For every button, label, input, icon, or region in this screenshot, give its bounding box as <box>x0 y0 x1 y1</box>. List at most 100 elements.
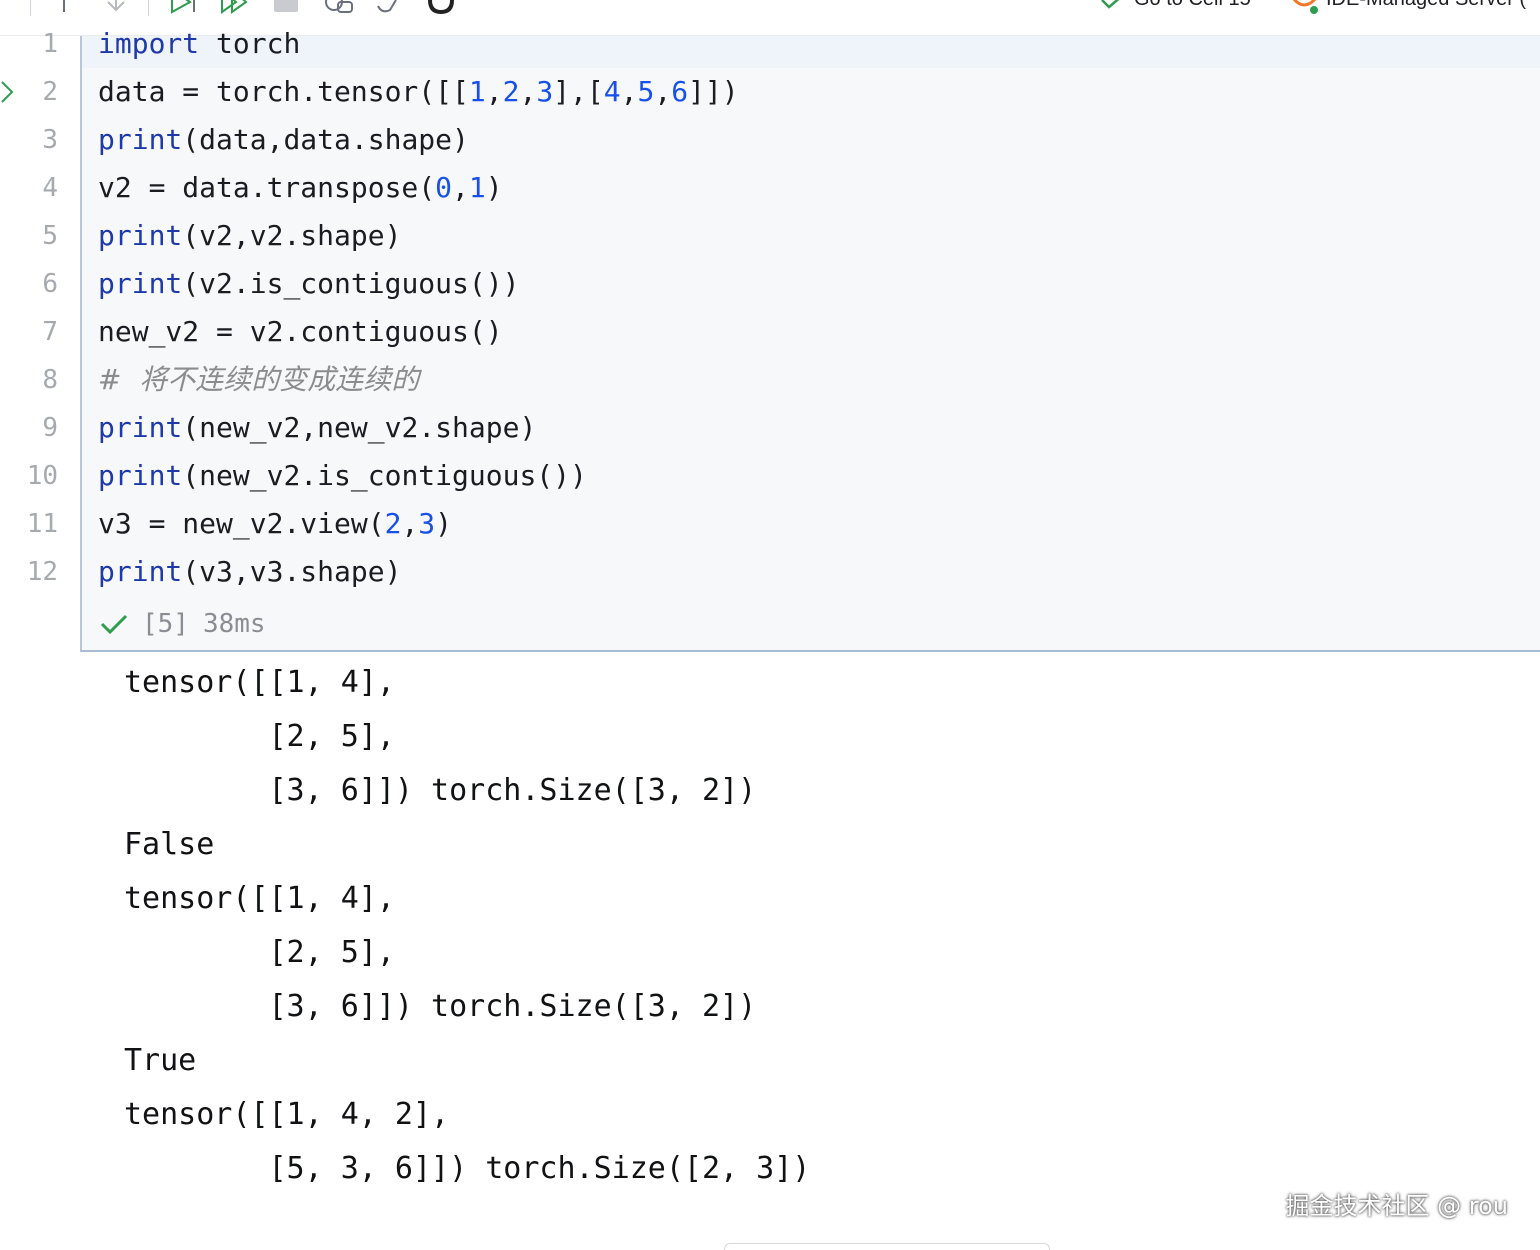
code-text: ]]) <box>688 75 739 108</box>
code-line[interactable]: print(v2,v2.shape) <box>98 212 401 260</box>
stop-button[interactable] <box>272 0 300 14</box>
execution-status: [5] 38ms <box>100 600 266 648</box>
code-keyword: print <box>98 267 183 300</box>
settings-button[interactable] <box>374 0 400 14</box>
output-line: [3, 6]]) torch.Size([3, 2]) <box>124 989 757 1024</box>
toolbar-separator <box>148 0 149 16</box>
output-line: [3, 6]]) torch.Size([3, 2]) <box>124 773 757 808</box>
line-number: 3 <box>42 125 58 155</box>
code-line[interactable]: v2 = data.transpose(0,1) <box>98 164 503 212</box>
line-number: 2 <box>42 77 58 107</box>
code-text: , <box>401 507 419 540</box>
line-number: 6 <box>42 269 58 299</box>
move-up-button[interactable] <box>52 0 76 14</box>
code-comment: # 将不连续的变成连续的 <box>98 363 420 396</box>
output-line: [2, 5], <box>124 719 395 754</box>
code-line[interactable]: print(v3,v3.shape) <box>98 548 401 596</box>
code-keyword: print <box>98 219 183 252</box>
output-line: [5, 3, 6]]) torch.Size([2, 3]) <box>124 1151 811 1186</box>
run-all-icon <box>221 0 248 14</box>
move-down-icon <box>107 0 125 12</box>
current-line-highlight <box>82 36 1540 68</box>
github-icon <box>428 0 454 14</box>
code-line[interactable]: v3 = new_v2.view(2,3) <box>98 500 452 548</box>
line-number: 11 <box>26 509 58 539</box>
code-number: 2 <box>384 507 402 540</box>
output-line: [2, 5], <box>124 935 395 970</box>
line-number: 10 <box>26 461 58 491</box>
code-line[interactable]: print(new_v2.is_contiguous()) <box>98 452 587 500</box>
execution-count: [5] <box>142 609 189 639</box>
code-keyword: print <box>98 555 183 588</box>
code-number: 1 <box>468 171 486 204</box>
check-icon <box>1101 0 1120 9</box>
jupyter-icon <box>1292 0 1318 14</box>
output-line: True <box>124 1043 197 1078</box>
code-text: (v3,v3.shape) <box>182 555 402 588</box>
code-keyword: print <box>98 411 183 444</box>
code-text: , <box>485 75 503 108</box>
code-keyword: print <box>98 123 183 156</box>
github-button[interactable] <box>426 0 456 14</box>
clear-outputs-icon <box>325 0 353 13</box>
code-text: , <box>654 75 672 108</box>
code-number: 1 <box>468 75 486 108</box>
code-line[interactable]: print(data,data.shape) <box>98 116 469 164</box>
go-to-cell-link[interactable]: Go to Cell 15 <box>1134 0 1251 11</box>
code-text: (new_v2,new_v2.shape) <box>182 411 537 444</box>
code-number: 3 <box>418 507 436 540</box>
line-number: 7 <box>42 317 58 347</box>
output-line: tensor([[1, 4, 2], <box>124 1097 450 1132</box>
code-number: 3 <box>536 75 554 108</box>
code-text: v3 = new_v2.view( <box>98 507 385 540</box>
code-text: , <box>452 171 469 204</box>
stop-icon <box>274 0 298 12</box>
line-number: 4 <box>42 173 58 203</box>
line-number: 9 <box>42 413 58 443</box>
code-line[interactable]: import torch <box>98 20 300 68</box>
move-down-button[interactable] <box>104 0 128 14</box>
code-text: ) <box>435 507 453 540</box>
code-text: , <box>519 75 537 108</box>
output-line: tensor([[1, 4], <box>124 665 395 700</box>
code-number: 4 <box>603 75 621 108</box>
run-cell-select-below-button[interactable] <box>168 0 202 14</box>
run-all-button[interactable] <box>220 0 250 14</box>
success-check-icon <box>100 614 128 635</box>
output-line: False <box>124 827 215 862</box>
code-line[interactable]: data = torch.tensor([[1,2,3],[4,5,6]]) <box>98 68 739 116</box>
code-text: ) <box>485 171 503 204</box>
code-line[interactable]: print(new_v2,new_v2.shape) <box>98 404 536 452</box>
code-text: (data,data.shape) <box>182 123 469 156</box>
execution-time: 38ms <box>202 609 266 639</box>
bottom-scroll-bar[interactable] <box>724 1243 1050 1250</box>
code-keyword: print <box>98 459 183 492</box>
code-text: torch <box>199 27 301 60</box>
settings-icon <box>377 0 397 13</box>
line-number: 1 <box>42 29 58 59</box>
code-line[interactable]: new_v2 = v2.contiguous() <box>98 308 503 356</box>
toolbar-separator <box>30 0 31 16</box>
line-number: 5 <box>42 221 58 251</box>
code-text: (v2.is_contiguous()) <box>182 267 520 300</box>
move-up-icon <box>63 0 65 12</box>
code-text: (v2,v2.shape) <box>182 219 402 252</box>
code-text: , <box>620 75 638 108</box>
code-text: new_v2 = v2.contiguous() <box>98 315 503 348</box>
watermark: 掘金技术社区 @ rou <box>1285 1192 1509 1220</box>
clear-outputs-button[interactable] <box>324 0 356 14</box>
code-number: 0 <box>435 171 453 204</box>
code-text: ],[ <box>553 75 604 108</box>
code-keyword: import <box>98 27 200 60</box>
code-number: 2 <box>502 75 520 108</box>
run-cell-select-below-icon <box>171 0 195 14</box>
line-number: 12 <box>26 557 58 587</box>
output-line: tensor([[1, 4], <box>124 881 395 916</box>
code-number: 6 <box>671 75 689 108</box>
code-line[interactable]: # 将不连续的变成连续的 <box>98 356 419 404</box>
server-selector[interactable]: IDE-Managed Server ( <box>1326 0 1526 11</box>
code-text: v2 = data.transpose( <box>98 171 436 204</box>
line-number: 8 <box>42 365 58 395</box>
code-text: (new_v2.is_contiguous()) <box>182 459 587 492</box>
code-line[interactable]: print(v2.is_contiguous()) <box>98 260 519 308</box>
